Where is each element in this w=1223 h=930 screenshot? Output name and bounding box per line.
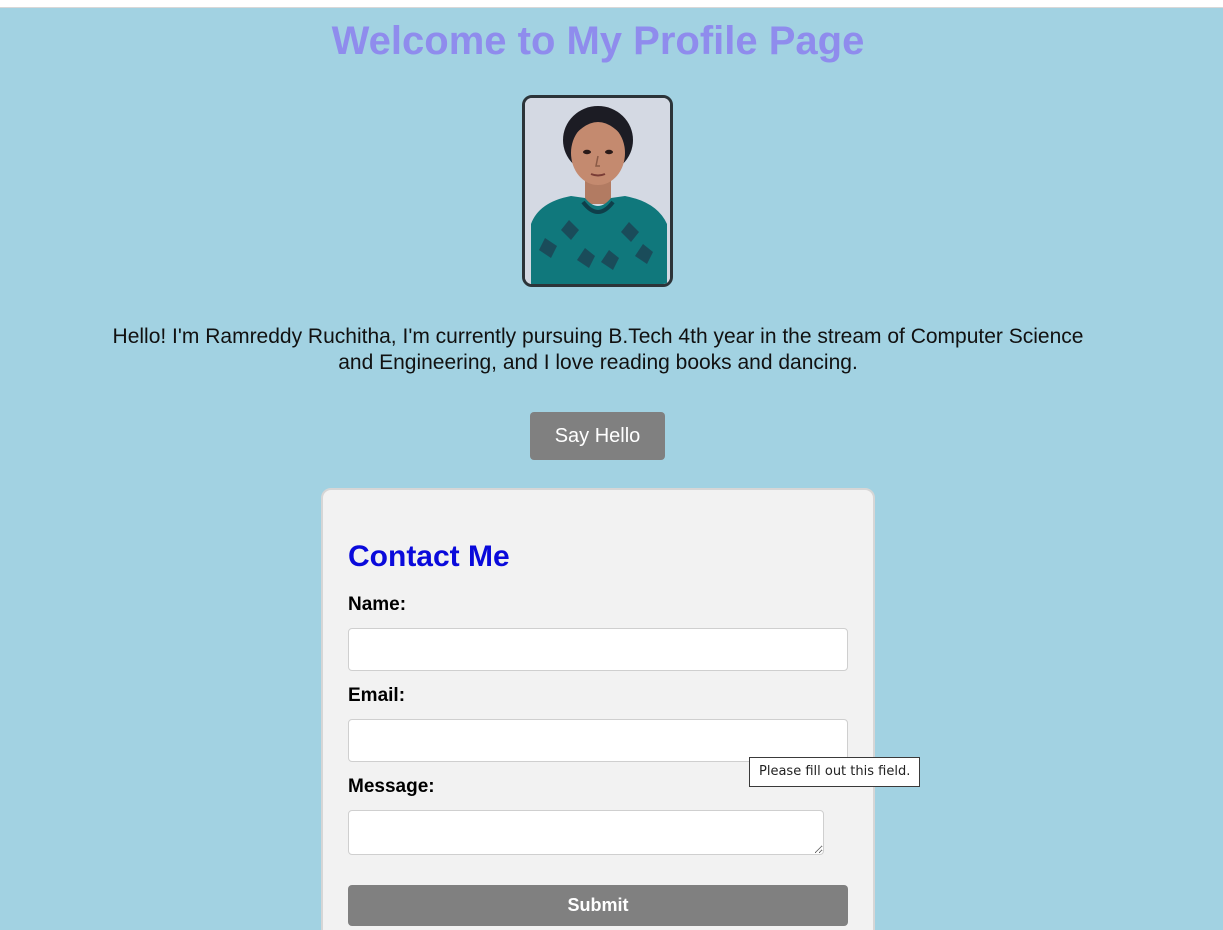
profile-photo-illustration xyxy=(525,98,670,284)
page-title: Welcome to My Profile Page xyxy=(331,19,865,63)
email-label: Email: xyxy=(348,685,406,706)
submit-button[interactable]: Submit xyxy=(348,885,848,926)
say-hello-button[interactable]: Say Hello xyxy=(530,412,665,460)
message-label: Message: xyxy=(348,776,435,797)
profile-photo xyxy=(522,95,673,287)
browser-top-edge xyxy=(0,0,1223,8)
name-input[interactable] xyxy=(348,628,848,671)
message-textarea[interactable] xyxy=(348,810,824,855)
validation-tooltip: Please fill out this field. xyxy=(749,757,921,787)
contact-title: Contact Me xyxy=(348,540,510,573)
bio-text: Hello! I'm Ramreddy Ruchitha, I'm curren… xyxy=(112,325,1084,374)
name-label: Name: xyxy=(348,594,407,615)
contact-form-card: Contact Me Name: Email: Message: Submit xyxy=(321,488,875,930)
email-input[interactable] xyxy=(348,719,848,762)
